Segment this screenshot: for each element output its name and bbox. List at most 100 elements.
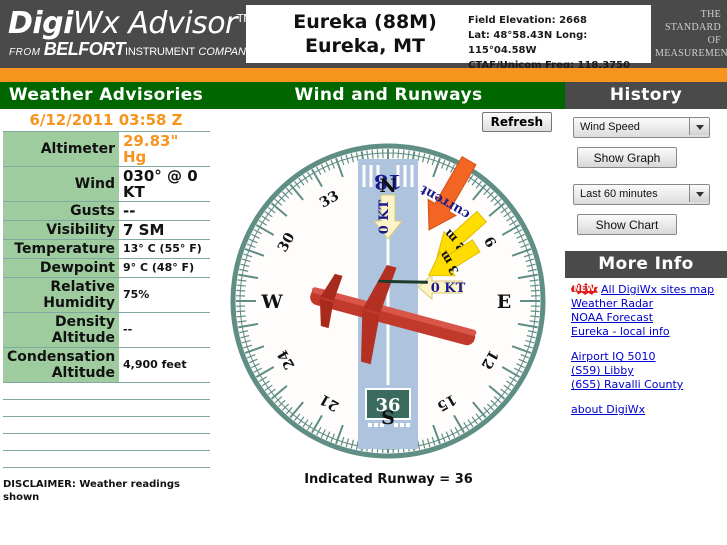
compass-cardinal-w: W [260,291,283,313]
observation-timestamp: 6/12/2011 03:58 Z [0,109,212,131]
show-graph-button[interactable]: Show Graph [577,147,677,168]
link-weather-radar[interactable]: Weather Radar [571,297,727,311]
weather-row: Condensation Altitude 4,900 feet [3,347,210,383]
sites-map-link-row: NEW All DigiWx sites map [571,283,727,297]
link-airport-iq-5010[interactable]: Airport IQ 5010 [571,350,727,364]
logo-wordmark: DigiWx AdvisorTM [8,6,253,41]
wind-and-runways-title: Wind and Runways [294,85,483,105]
weather-table: Altimeter 29.83" Hg Wind 030° @ 0 KT Gusts --… [3,131,210,468]
weather-row-label: Dewpoint [3,258,119,278]
history-controls: Wind Speed Show Graph Last 60 minutes Sh… [565,109,727,235]
weather-row-blank [3,416,210,434]
link-noaa-forecast[interactable]: NOAA Forecast [571,311,727,325]
link-eureka-local-info[interactable]: Eureka - local info [571,325,727,339]
refresh-button[interactable]: Refresh [481,112,552,132]
metric-select[interactable]: Wind Speed [573,117,710,138]
compass-area: Refresh 36121521243033 [212,109,565,545]
station-location: Eureka, MT [305,35,425,57]
weather-row-label: Wind [3,166,119,202]
station-name: Eureka (88M) Eureka, MT [260,10,470,58]
indicated-runway-caption: Indicated Runway = 36 [304,472,473,487]
weather-row-value: 13° C (55° F) [119,239,210,259]
weather-row: Relative Humidity 75% [3,277,210,313]
weather-row-value [119,416,210,434]
hw-label-text: 0 KT [377,199,392,234]
weather-row: Dewpoint 9° C (48° F) [3,258,210,278]
weather-row-blank [3,450,210,468]
wind-and-runways-header: Wind and Runways [212,82,565,109]
field-elevation: Field Elevation: 2668 [468,15,587,26]
link-6s5-ravalli-county[interactable]: (6S5) Ravalli County [571,378,727,392]
weather-row-label: Condensation Altitude [3,347,119,383]
weather-row: Altimeter 29.83" Hg [3,131,210,167]
wind-runways-panel: Wind and Runways Refresh 36121521243033 [212,82,565,545]
weather-row-label: Temperature [3,239,119,259]
weather-row: Gusts -- [3,201,210,221]
sidebar-panel: History Wind Speed Show Graph Last 60 mi… [565,82,727,545]
weather-row-value [119,399,210,417]
weather-row-label [3,416,119,434]
weather-row-value: 030° @ 0 KT [119,166,210,202]
top-banner: DigiWx AdvisorTM FROM BELFORTINSTRUMENT … [0,0,727,71]
history-header: History [565,82,727,109]
weather-row: Visibility 7 SM [3,220,210,240]
weather-row-label [3,450,119,468]
wind-rose-diagram: 36121521243033 18 0 KT 36 [222,135,555,468]
compass-svg: 36121521243033 18 0 KT 36 [230,143,546,459]
weather-row-blank [3,382,210,400]
more-info-links: NEW All DigiWx sites map Weather Radar N… [565,278,727,417]
new-badge-icon: NEW [571,283,598,295]
weather-row-value: 7 SM [119,220,210,240]
logo-subline: FROM BELFORTINSTRUMENT COMPANY [9,39,254,59]
link-group-spacer [571,339,727,350]
compass-cardinal-e: E [497,291,511,313]
chevron-down-icon[interactable] [689,185,709,202]
disclaimer-text: DISCLAIMER: Weather readings shown [3,479,180,503]
link-about-digiwx[interactable]: about DigiWx [571,403,727,417]
lat-long: Lat: 48°58.43N Long: 115°04.58W [468,30,588,56]
weather-row-value [119,450,210,468]
weather-row: Density Altitude -- [3,312,210,348]
weather-row-value [119,382,210,400]
weather-row-value: 9° C (48° F) [119,258,210,278]
weather-row-label: Relative Humidity [3,277,119,313]
digiwx-advisor-page: DigiWx AdvisorTM FROM BELFORTINSTRUMENT … [0,0,727,545]
chevron-down-icon[interactable] [689,118,709,135]
weather-row: Temperature 13° C (55° F) [3,239,210,259]
metric-select-value: Wind Speed [580,121,640,133]
weather-row-value: -- [119,201,210,221]
weather-row-label: Gusts [3,201,119,221]
link-group-spacer [571,392,727,403]
weather-row-label [3,382,119,400]
orange-divider-bar [0,68,727,82]
station-identifier: Eureka (88M) [293,11,437,33]
xw-label-text: 0 KT [431,281,466,296]
weather-row-label [3,399,119,417]
weather-row-value: -- [119,312,210,348]
weather-row-value [119,433,210,451]
more-info-header: More Info [565,251,727,278]
weather-row-label: Altimeter [3,131,119,167]
weather-row: Wind 030° @ 0 KT [3,166,210,202]
station-details: Field Elevation: 2668 Lat: 48°58.43N Lon… [468,13,648,73]
weather-advisories-header: Weather Advisories [0,82,212,109]
weather-row-value: 75% [119,277,210,313]
standard-of-measurement-tagline: THE STANDARD OF MEASUREMENT [655,9,727,59]
weather-row-label: Visibility [3,220,119,240]
weather-panel: Weather Advisories 6/12/2011 03:58 Z Alt… [0,82,212,545]
link-all-digiwx-sites-map[interactable]: All DigiWx sites map [601,283,727,297]
compass-cardinal-s: S [381,407,395,429]
show-chart-button[interactable]: Show Chart [577,214,677,235]
range-select-value: Last 60 minutes [580,188,658,200]
digiwx-logo: DigiWx AdvisorTM FROM BELFORTINSTRUMENT … [6,2,254,64]
weather-row-value: 4,900 feet [119,347,210,383]
station-info-box: Eureka (88M) Eureka, MT Field Elevation:… [246,5,651,71]
range-select[interactable]: Last 60 minutes [573,184,710,205]
weather-row-value: 29.83" Hg [119,131,210,167]
weather-row-blank [3,433,210,451]
compass-cardinal-n: N [379,175,396,197]
weather-row-blank [3,399,210,417]
link-s59-libby[interactable]: (S59) Libby [571,364,727,378]
weather-row-label [3,433,119,451]
weather-row-label: Density Altitude [3,312,119,348]
